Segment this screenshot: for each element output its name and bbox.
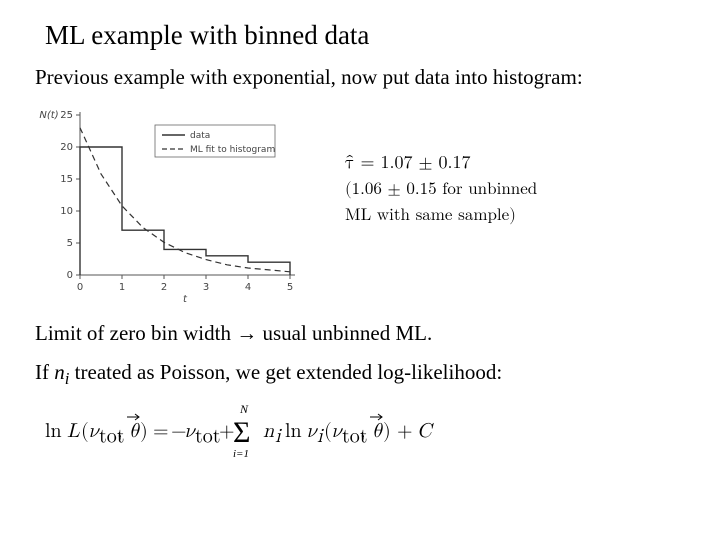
svg-text:tot: tot bbox=[195, 426, 221, 446]
estimate-text: τ̂ = 1.07 ± 0.17 (1.06 ± 0.15 for unbinn… bbox=[315, 100, 685, 228]
svg-text:10: 10 bbox=[60, 206, 73, 217]
svg-text:20: 20 bbox=[60, 142, 73, 153]
svg-text:i: i bbox=[275, 426, 282, 446]
svg-text:5: 5 bbox=[287, 282, 293, 293]
svg-text:ln: ln bbox=[45, 421, 62, 441]
histogram-chart: 0 1 2 3 4 5 0 5 10 15 20 25 t bbox=[35, 100, 315, 305]
svg-text:25: 25 bbox=[60, 110, 73, 121]
svg-text:2: 2 bbox=[161, 282, 167, 293]
svg-text:3: 3 bbox=[203, 282, 209, 293]
svg-text:,: , bbox=[117, 421, 123, 441]
svg-text:=: = bbox=[153, 421, 169, 441]
tau-estimate: τ̂ = 1.07 ± 0.17 bbox=[345, 150, 685, 177]
tau-unbinned-1: (1.06 ± 0.15 for unbinned bbox=[345, 177, 685, 203]
svg-text:5: 5 bbox=[67, 238, 73, 249]
log-likelihood-formula: ln L ( ν tot , θ ) = − ν tot + N Σ i=1 n… bbox=[35, 395, 685, 461]
svg-text:θ: θ bbox=[372, 421, 383, 441]
svg-text:0: 0 bbox=[67, 270, 73, 281]
svg-text:C: C bbox=[417, 421, 434, 441]
x-axis-label: t bbox=[183, 294, 188, 305]
legend-entry-fit: ML fit to histogram bbox=[190, 145, 275, 155]
tau-unbinned-2: ML with same sample) bbox=[345, 203, 685, 229]
svg-text:,: , bbox=[360, 421, 366, 441]
page-title: ML example with binned data bbox=[45, 20, 685, 51]
subtitle: Previous example with exponential, now p… bbox=[35, 65, 685, 90]
limit-line: Limit of zero bin width → usual unbinned… bbox=[35, 321, 685, 346]
svg-text:4: 4 bbox=[245, 282, 251, 293]
svg-text:): ) bbox=[383, 421, 391, 442]
svg-text:0: 0 bbox=[77, 282, 83, 293]
svg-text:i=1: i=1 bbox=[233, 448, 249, 460]
poisson-line: If ni treated as Poisson, we get extende… bbox=[35, 360, 685, 389]
svg-text:): ) bbox=[140, 421, 148, 442]
svg-text:i: i bbox=[317, 426, 324, 446]
y-axis-label: N(t) bbox=[39, 110, 58, 121]
poisson-suffix: treated as Poisson, we get extended log-… bbox=[69, 360, 502, 384]
svg-text:ln: ln bbox=[285, 421, 302, 441]
svg-text:15: 15 bbox=[60, 174, 73, 185]
svg-text:(: ( bbox=[324, 421, 332, 442]
svg-text:N: N bbox=[239, 402, 249, 416]
poisson-var: n bbox=[54, 360, 65, 384]
svg-text:(: ( bbox=[81, 421, 89, 442]
svg-text:Σ: Σ bbox=[233, 416, 250, 449]
svg-text:+: + bbox=[397, 421, 413, 441]
svg-text:θ: θ bbox=[129, 421, 140, 441]
legend-entry-data: data bbox=[190, 131, 210, 141]
svg-text:1: 1 bbox=[119, 282, 125, 293]
svg-text:L: L bbox=[67, 421, 80, 441]
svg-text:n: n bbox=[263, 421, 274, 441]
poisson-prefix: If bbox=[35, 360, 54, 384]
data-step-line bbox=[80, 147, 290, 275]
